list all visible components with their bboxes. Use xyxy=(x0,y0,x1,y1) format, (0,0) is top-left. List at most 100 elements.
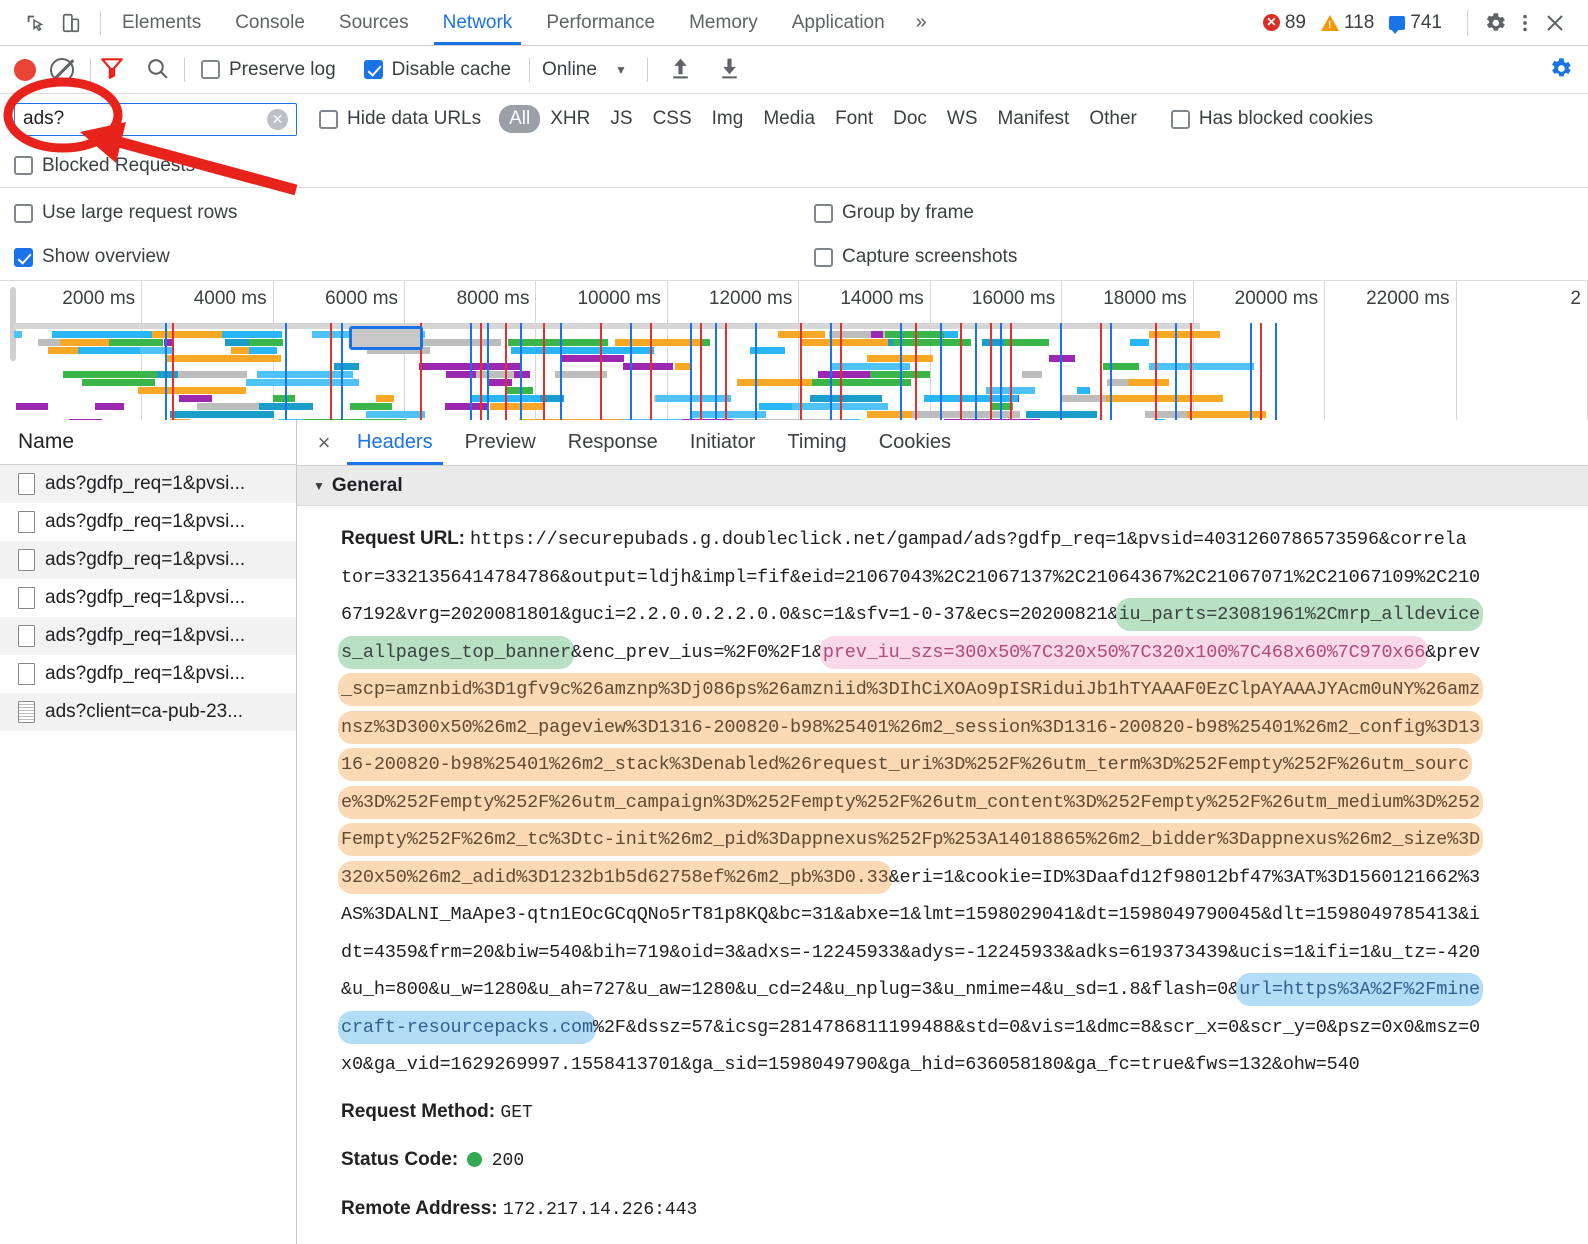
overview-event-line xyxy=(650,323,652,425)
overview-request-bar xyxy=(800,339,889,346)
group-by-frame-box[interactable] xyxy=(814,203,833,223)
group-by-frame-checkbox[interactable]: Group by frame xyxy=(814,202,1574,224)
overview-event-line xyxy=(715,323,717,425)
blocked-requests-box[interactable] xyxy=(14,156,33,175)
status-code-value: 200 xyxy=(491,1151,525,1172)
show-overview-checkbox[interactable]: Show overview xyxy=(14,246,814,268)
request-row[interactable]: ads?gdfp_req=1&pvsi... xyxy=(0,503,296,541)
general-section-header[interactable]: ▼ General xyxy=(297,466,1588,506)
filter-type-all[interactable]: All xyxy=(499,105,541,133)
inspect-element-icon[interactable] xyxy=(24,12,46,34)
filter-input[interactable]: ads? ✕ xyxy=(14,102,297,136)
network-settings-gear-icon[interactable] xyxy=(1547,55,1574,85)
request-row-name: ads?client=ca-pub-23... xyxy=(45,701,244,722)
request-url-line: tor=3321356414784786&output=ldjh&impl=fi… xyxy=(341,559,1588,597)
export-har-icon[interactable] xyxy=(717,55,742,84)
tab-initiator[interactable]: Initiator xyxy=(674,420,772,465)
tab-sources[interactable]: Sources xyxy=(322,0,426,45)
warning-counter[interactable]: ! 118 xyxy=(1321,12,1374,34)
blocked-requests-checkbox[interactable]: Blocked Requests xyxy=(14,155,195,177)
overview-event-line xyxy=(285,323,287,425)
tab-console[interactable]: Console xyxy=(218,0,322,45)
throttling-select[interactable]: Online xyxy=(542,59,597,81)
filter-type-doc[interactable]: Doc xyxy=(883,105,937,133)
request-row[interactable]: ads?gdfp_req=1&pvsi... xyxy=(0,541,296,579)
tab-preview[interactable]: Preview xyxy=(449,420,552,465)
overview-request-bar xyxy=(1130,339,1150,346)
overview-request-bar xyxy=(1102,363,1140,370)
request-url-line: 320x50%26m2_adid%3D1232b1b5d62758ef%26m2… xyxy=(341,859,1588,897)
tab-performance[interactable]: Performance xyxy=(529,0,672,45)
use-large-rows-checkbox[interactable]: Use large request rows xyxy=(14,202,814,224)
search-icon[interactable] xyxy=(145,56,170,84)
close-icon[interactable] xyxy=(1540,8,1570,38)
chevron-down-icon[interactable]: ▼ xyxy=(615,63,627,77)
more-options-icon[interactable] xyxy=(1510,8,1540,38)
disable-cache-checkbox[interactable]: Disable cache xyxy=(363,59,511,81)
clear-filter-icon[interactable]: ✕ xyxy=(267,108,288,130)
error-counter[interactable]: ✕ 89 xyxy=(1262,12,1306,34)
network-overview-timeline[interactable]: 2000 ms 4000 ms 6000 ms 8000 ms 10000 ms 1200… xyxy=(0,281,1588,426)
show-overview-box[interactable] xyxy=(14,247,33,267)
filter-type-font[interactable]: Font xyxy=(825,105,883,133)
has-blocked-cookies-checkbox[interactable]: Has blocked cookies xyxy=(1170,108,1373,130)
hide-data-urls-box[interactable] xyxy=(319,109,338,129)
request-row[interactable]: ads?client=ca-pub-23... xyxy=(0,693,296,731)
filter-type-other[interactable]: Other xyxy=(1079,105,1147,133)
filter-type-img[interactable]: Img xyxy=(702,105,754,133)
capture-screenshots-box[interactable] xyxy=(814,247,833,267)
preserve-log-box[interactable] xyxy=(201,60,220,79)
request-row[interactable]: ads?gdfp_req=1&pvsi... xyxy=(0,579,296,617)
overview-request-bar xyxy=(507,339,608,346)
request-url-line: x0&ga_vid=1629269997.1558413701&ga_sid=1… xyxy=(341,1046,1588,1084)
url-highlight-orange: 16-200820-b98%25401%26m2_stack%3Denabled… xyxy=(341,751,1469,778)
tab-elements[interactable]: Elements xyxy=(105,0,218,45)
overview-request-bar xyxy=(350,403,393,410)
import-har-icon[interactable] xyxy=(668,55,693,84)
filter-type-media[interactable]: Media xyxy=(753,105,825,133)
hide-data-urls-label: Hide data URLs xyxy=(347,108,482,129)
more-tabs-icon[interactable]: » xyxy=(902,0,941,45)
gear-icon[interactable] xyxy=(1480,8,1510,38)
tab-headers-label: Headers xyxy=(357,431,433,453)
tab-headers[interactable]: Headers xyxy=(341,420,449,465)
request-method-row: Request Method: GET xyxy=(297,1088,1588,1137)
filter-type-ws[interactable]: WS xyxy=(937,105,988,133)
overview-tick-label: 12000 ms xyxy=(708,288,793,309)
disable-cache-box[interactable] xyxy=(363,60,383,79)
issue-counters[interactable]: ✕ 89 ! 118 741 xyxy=(1262,12,1451,34)
request-url-line: &u_h=800&u_w=1280&u_ah=727&u_aw=1280&u_c… xyxy=(341,971,1588,1009)
tab-network[interactable]: Network xyxy=(426,0,530,45)
record-button[interactable] xyxy=(14,58,36,81)
capture-screenshots-checkbox[interactable]: Capture screenshots xyxy=(814,246,1574,268)
filter-type-css[interactable]: CSS xyxy=(643,105,702,133)
tab-memory[interactable]: Memory xyxy=(672,0,775,45)
filter-icon[interactable] xyxy=(99,55,125,84)
use-large-rows-box[interactable] xyxy=(14,203,33,223)
tab-application[interactable]: Application xyxy=(775,0,902,45)
request-url-line: craft-resourcepacks.com%2F&dssz=57&icsg=… xyxy=(341,1009,1588,1047)
overview-event-line xyxy=(1010,323,1012,425)
close-detail-icon[interactable]: × xyxy=(307,426,341,460)
device-toolbar-icon[interactable] xyxy=(60,12,82,34)
filter-input-value[interactable]: ads? xyxy=(23,108,267,130)
filter-type-manifest[interactable]: Manifest xyxy=(988,105,1080,133)
request-list-header[interactable]: Name xyxy=(0,420,296,465)
filter-type-js[interactable]: JS xyxy=(600,105,642,133)
overview-request-bar xyxy=(220,331,283,338)
filter-type-xhr[interactable]: XHR xyxy=(540,105,600,133)
overview-selected-request[interactable] xyxy=(349,326,423,350)
tab-cookies[interactable]: Cookies xyxy=(863,420,967,465)
request-row[interactable]: ads?gdfp_req=1&pvsi... xyxy=(0,617,296,655)
message-counter[interactable]: 741 xyxy=(1389,12,1442,34)
overview-event-line xyxy=(800,323,802,425)
hide-data-urls-checkbox[interactable]: Hide data URLs xyxy=(319,108,481,130)
request-url-value[interactable]: Request URL: https://securepubads.g.doub… xyxy=(341,520,1588,1084)
has-blocked-cookies-box[interactable] xyxy=(1170,109,1190,129)
tab-response[interactable]: Response xyxy=(552,420,674,465)
request-row[interactable]: ads?gdfp_req=1&pvsi... xyxy=(0,465,296,503)
request-row[interactable]: ads?gdfp_req=1&pvsi... xyxy=(0,655,296,693)
preserve-log-checkbox[interactable]: Preserve log xyxy=(201,59,336,81)
clear-button[interactable] xyxy=(50,57,74,82)
tab-timing[interactable]: Timing xyxy=(771,420,862,465)
